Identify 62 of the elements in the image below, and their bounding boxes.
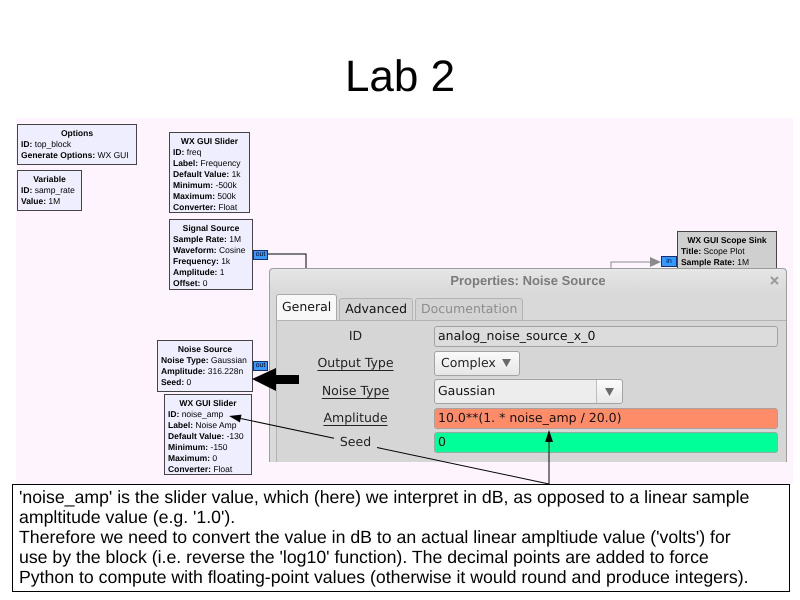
- block-card[interactable]: Signal Source Sample Rate: 1M Waveform: Cosine Frequency: 1k Amplitude: 1 Offset: 0: [169, 219, 253, 290]
- block-title: Noise Source: [176, 344, 234, 355]
- block-param: Converter: Float: [173, 202, 238, 213]
- field-label: Seed: [340, 433, 372, 452]
- block-param: Minimum: -150: [168, 442, 229, 453]
- block-card[interactable]: Noise Source Noise Type: Gaussian Amplitude: 316.228n Seed: 0: [157, 340, 253, 392]
- field-label: Output Type: [317, 354, 394, 372]
- block-param: ID: samp_rate: [21, 185, 76, 196]
- note-paragraph: Therefore we need to convert the value in dB to an actual linear ampltiude value ('volts') for use by the block (i.e. reverse the 'log10' function). The decimal points are added to force Python to compute with floating-point values (otherwise it would round and produce integers).: [19, 527, 750, 587]
- block-param: Sample Rate: 1M: [681, 257, 750, 268]
- block-param: Amplitude: 1: [173, 267, 226, 278]
- block-param: Default Value: -130: [168, 431, 245, 442]
- block-title: Variable: [32, 174, 67, 185]
- block-param: Label: Noise Amp: [168, 420, 238, 431]
- block-title: Signal Source: [182, 223, 240, 234]
- field-label: Amplitude: [323, 408, 388, 427]
- block-param: Minimum: -500k: [173, 180, 238, 191]
- close-icon[interactable]: [770, 276, 779, 285]
- text-field[interactable]: 0: [434, 432, 778, 453]
- text-field[interactable]: 10.0**(1. * noise_amp / 20.0): [434, 408, 778, 428]
- tab[interactable]: General: [276, 294, 338, 320]
- block-param: Title: Scope Plot: [681, 246, 746, 257]
- field-label: Noise Type: [322, 382, 390, 400]
- block-card[interactable]: WX GUI Slider ID: freq Label: Frequency Default Value: 1k Minimum: -500k Maximum: 500k Converter: Float: [169, 132, 250, 213]
- caret-icon: [605, 388, 614, 396]
- field-label: ID: [348, 327, 362, 346]
- dialog-title: Properties: Noise Source: [450, 272, 606, 290]
- block-param: Maximum: 500k: [173, 191, 237, 202]
- dropdown[interactable]: Complex: [434, 350, 520, 376]
- block-param: Noise Type: Gaussian: [161, 355, 248, 366]
- connection-arrow: [610, 257, 661, 268]
- block-card[interactable]: WX GUI Scope Sink Title: Scope Plot Sample Rate: 1M: [677, 231, 777, 269]
- block-param: Amplitude: 316.228n: [161, 366, 244, 377]
- block-title: WX GUI Scope Sink: [686, 235, 768, 246]
- block-param: Maximum: 0: [168, 453, 218, 464]
- block-title: WX GUI Slider: [180, 136, 240, 147]
- tab[interactable]: Advanced: [339, 298, 414, 320]
- block-param: Value: 1M: [21, 196, 62, 207]
- note-paragraph: 'noise_amp' is the slider value, which (here) we interpret in dB, as opposed to a linear sample ampltitude value (e.g. '1.0').: [19, 487, 750, 527]
- callout-arrow: [252, 368, 299, 391]
- block-param: ID: freq: [173, 147, 202, 158]
- block-param: ID: noise_amp: [168, 409, 224, 420]
- block-card[interactable]: WX GUI Slider ID: noise_amp Label: Noise Amp Default Value: -130 Minimum: -150 Maximum: 0 Converter: Float: [164, 394, 252, 475]
- block-param: Converter: Float: [168, 464, 234, 475]
- block-param: Offset: 0: [173, 278, 208, 289]
- block-param: Waveform: Cosine: [173, 245, 246, 256]
- block-param: Frequency: 1k: [173, 256, 232, 267]
- block-card[interactable]: Variable ID: samp_rate Value: 1M: [17, 170, 82, 211]
- block-param: Default Value: 1k: [173, 169, 242, 180]
- connection-line: [268, 254, 306, 268]
- block-param: Generate Options: WX GUI: [21, 150, 130, 161]
- block-param: ID: top_block: [21, 139, 72, 150]
- block-param: Seed: 0: [161, 377, 192, 388]
- block-param: Label: Frequency: [173, 158, 242, 169]
- block-title: Options: [60, 128, 94, 139]
- combo-box[interactable]: Gaussian: [434, 379, 623, 404]
- slide-title: Lab 2: [344, 51, 456, 103]
- text-field[interactable]: analog_noise_source_x_0: [434, 326, 778, 347]
- block-title: WX GUI Slider: [178, 398, 238, 409]
- block-param: Sample Rate: 1M: [173, 234, 242, 245]
- caret-icon: [502, 359, 511, 367]
- block-card[interactable]: Options ID: top_block Generate Options: WX GUI: [17, 124, 137, 165]
